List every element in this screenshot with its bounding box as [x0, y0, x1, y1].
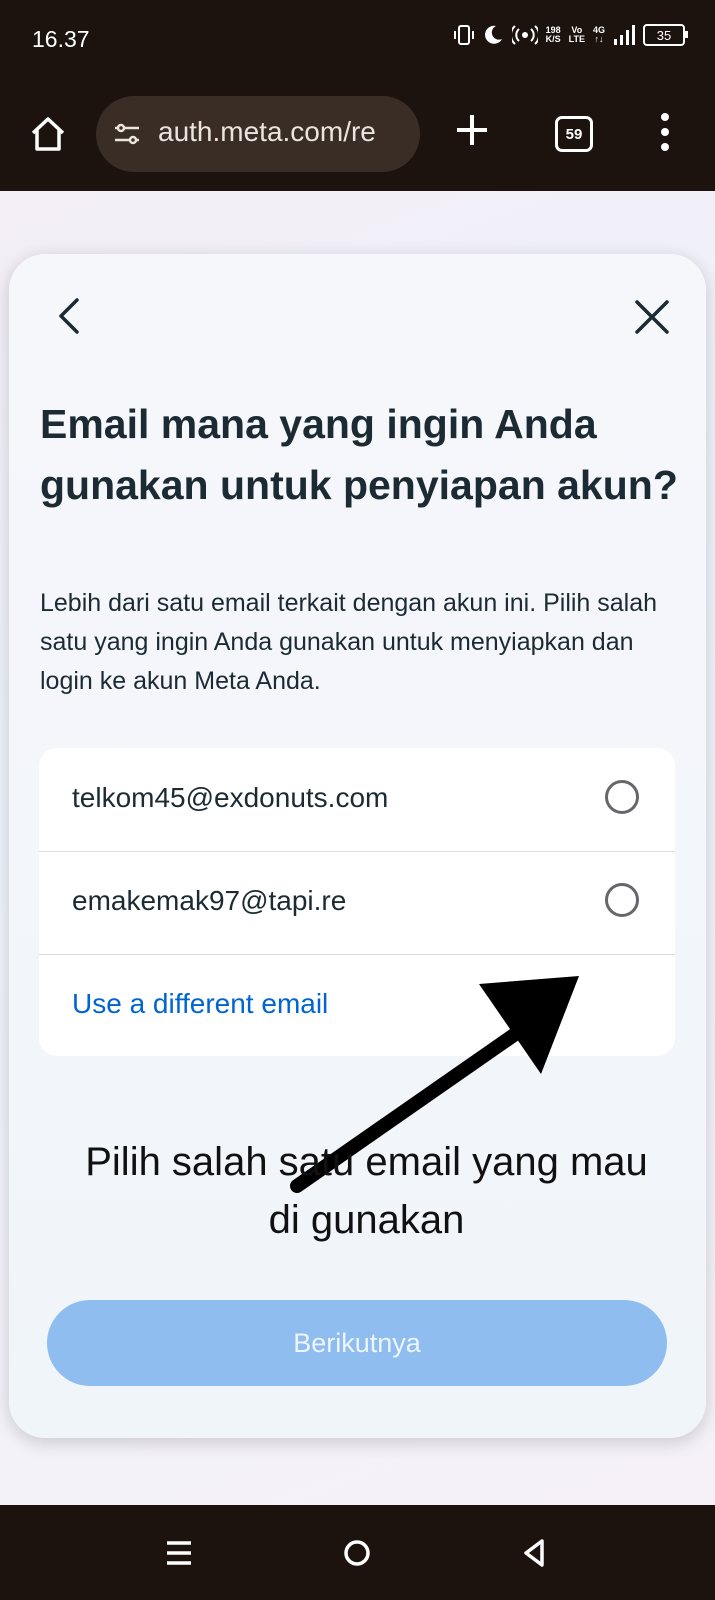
more-options-icon[interactable]: [660, 112, 670, 152]
tab-count: 59: [565, 125, 583, 143]
back-triangle-icon[interactable]: [520, 1538, 550, 1568]
url-text[interactable]: auth.meta.com/re: [158, 116, 408, 148]
page-description: Lebih dari satu email terkait dengan aku…: [40, 589, 658, 695]
close-icon[interactable]: [633, 298, 671, 336]
email-option-1[interactable]: telkom45@exdonuts.com: [39, 748, 675, 852]
network-type-indicator: 4G ↑↓: [593, 26, 605, 44]
net-speed-indicator: 198 K/S: [546, 26, 561, 44]
hotspot-icon: [511, 25, 538, 45]
new-tab-icon[interactable]: [454, 112, 490, 148]
back-arrow-icon[interactable]: [53, 296, 85, 336]
email-option-label[interactable]: telkom45@exdonuts.com: [72, 782, 388, 814]
email-option-2[interactable]: emakemak97@tapi.re: [39, 851, 675, 955]
recent-apps-icon[interactable]: [164, 1538, 194, 1568]
network-arrows: ↑↓: [594, 34, 604, 44]
status-bar: 16.37 198 K/S Vo LTE 4G ↑↓ 35: [0, 0, 715, 86]
address-bar[interactable]: auth.meta.com/re: [96, 96, 420, 172]
radio-button[interactable]: [605, 780, 639, 814]
battery-level: 35: [656, 27, 672, 43]
volte-bottom: LTE: [568, 34, 585, 44]
page-content: Email mana yang ingin Anda gunakan untuk…: [0, 191, 715, 1505]
site-settings-icon[interactable]: [112, 120, 142, 148]
page-title: Email mana yang ingin Anda gunakan untuk…: [40, 401, 678, 508]
annotation-text: Pilih salah satu email yang mau di gunak…: [9, 1133, 715, 1249]
status-time: 16.37: [32, 26, 90, 52]
dialog-card: Email mana yang ingin Anda gunakan untuk…: [9, 254, 706, 1438]
status-icons: 198 K/S Vo LTE 4G ↑↓ 35: [453, 24, 688, 46]
email-option-label[interactable]: emakemak97@tapi.re: [72, 885, 346, 917]
next-button[interactable]: Berikutnya: [47, 1300, 667, 1386]
battery-icon: 35: [643, 24, 688, 46]
annotation-line-2: di gunakan: [268, 1198, 465, 1242]
system-nav-bar: [0, 1505, 715, 1600]
radio-button[interactable]: [605, 883, 639, 917]
home-icon[interactable]: [28, 114, 68, 154]
tab-switcher-button[interactable]: 59: [555, 116, 593, 152]
volte-indicator: Vo LTE: [569, 26, 585, 44]
browser-toolbar: auth.meta.com/re 59: [0, 86, 715, 191]
home-circle-icon[interactable]: [342, 1538, 372, 1568]
signal-icon: [614, 25, 635, 45]
vibrate-icon: [453, 25, 474, 45]
annotation-line-1: Pilih salah satu email yang mau: [85, 1140, 648, 1184]
moon-icon: [484, 25, 502, 44]
net-speed-unit: K/S: [545, 34, 561, 44]
